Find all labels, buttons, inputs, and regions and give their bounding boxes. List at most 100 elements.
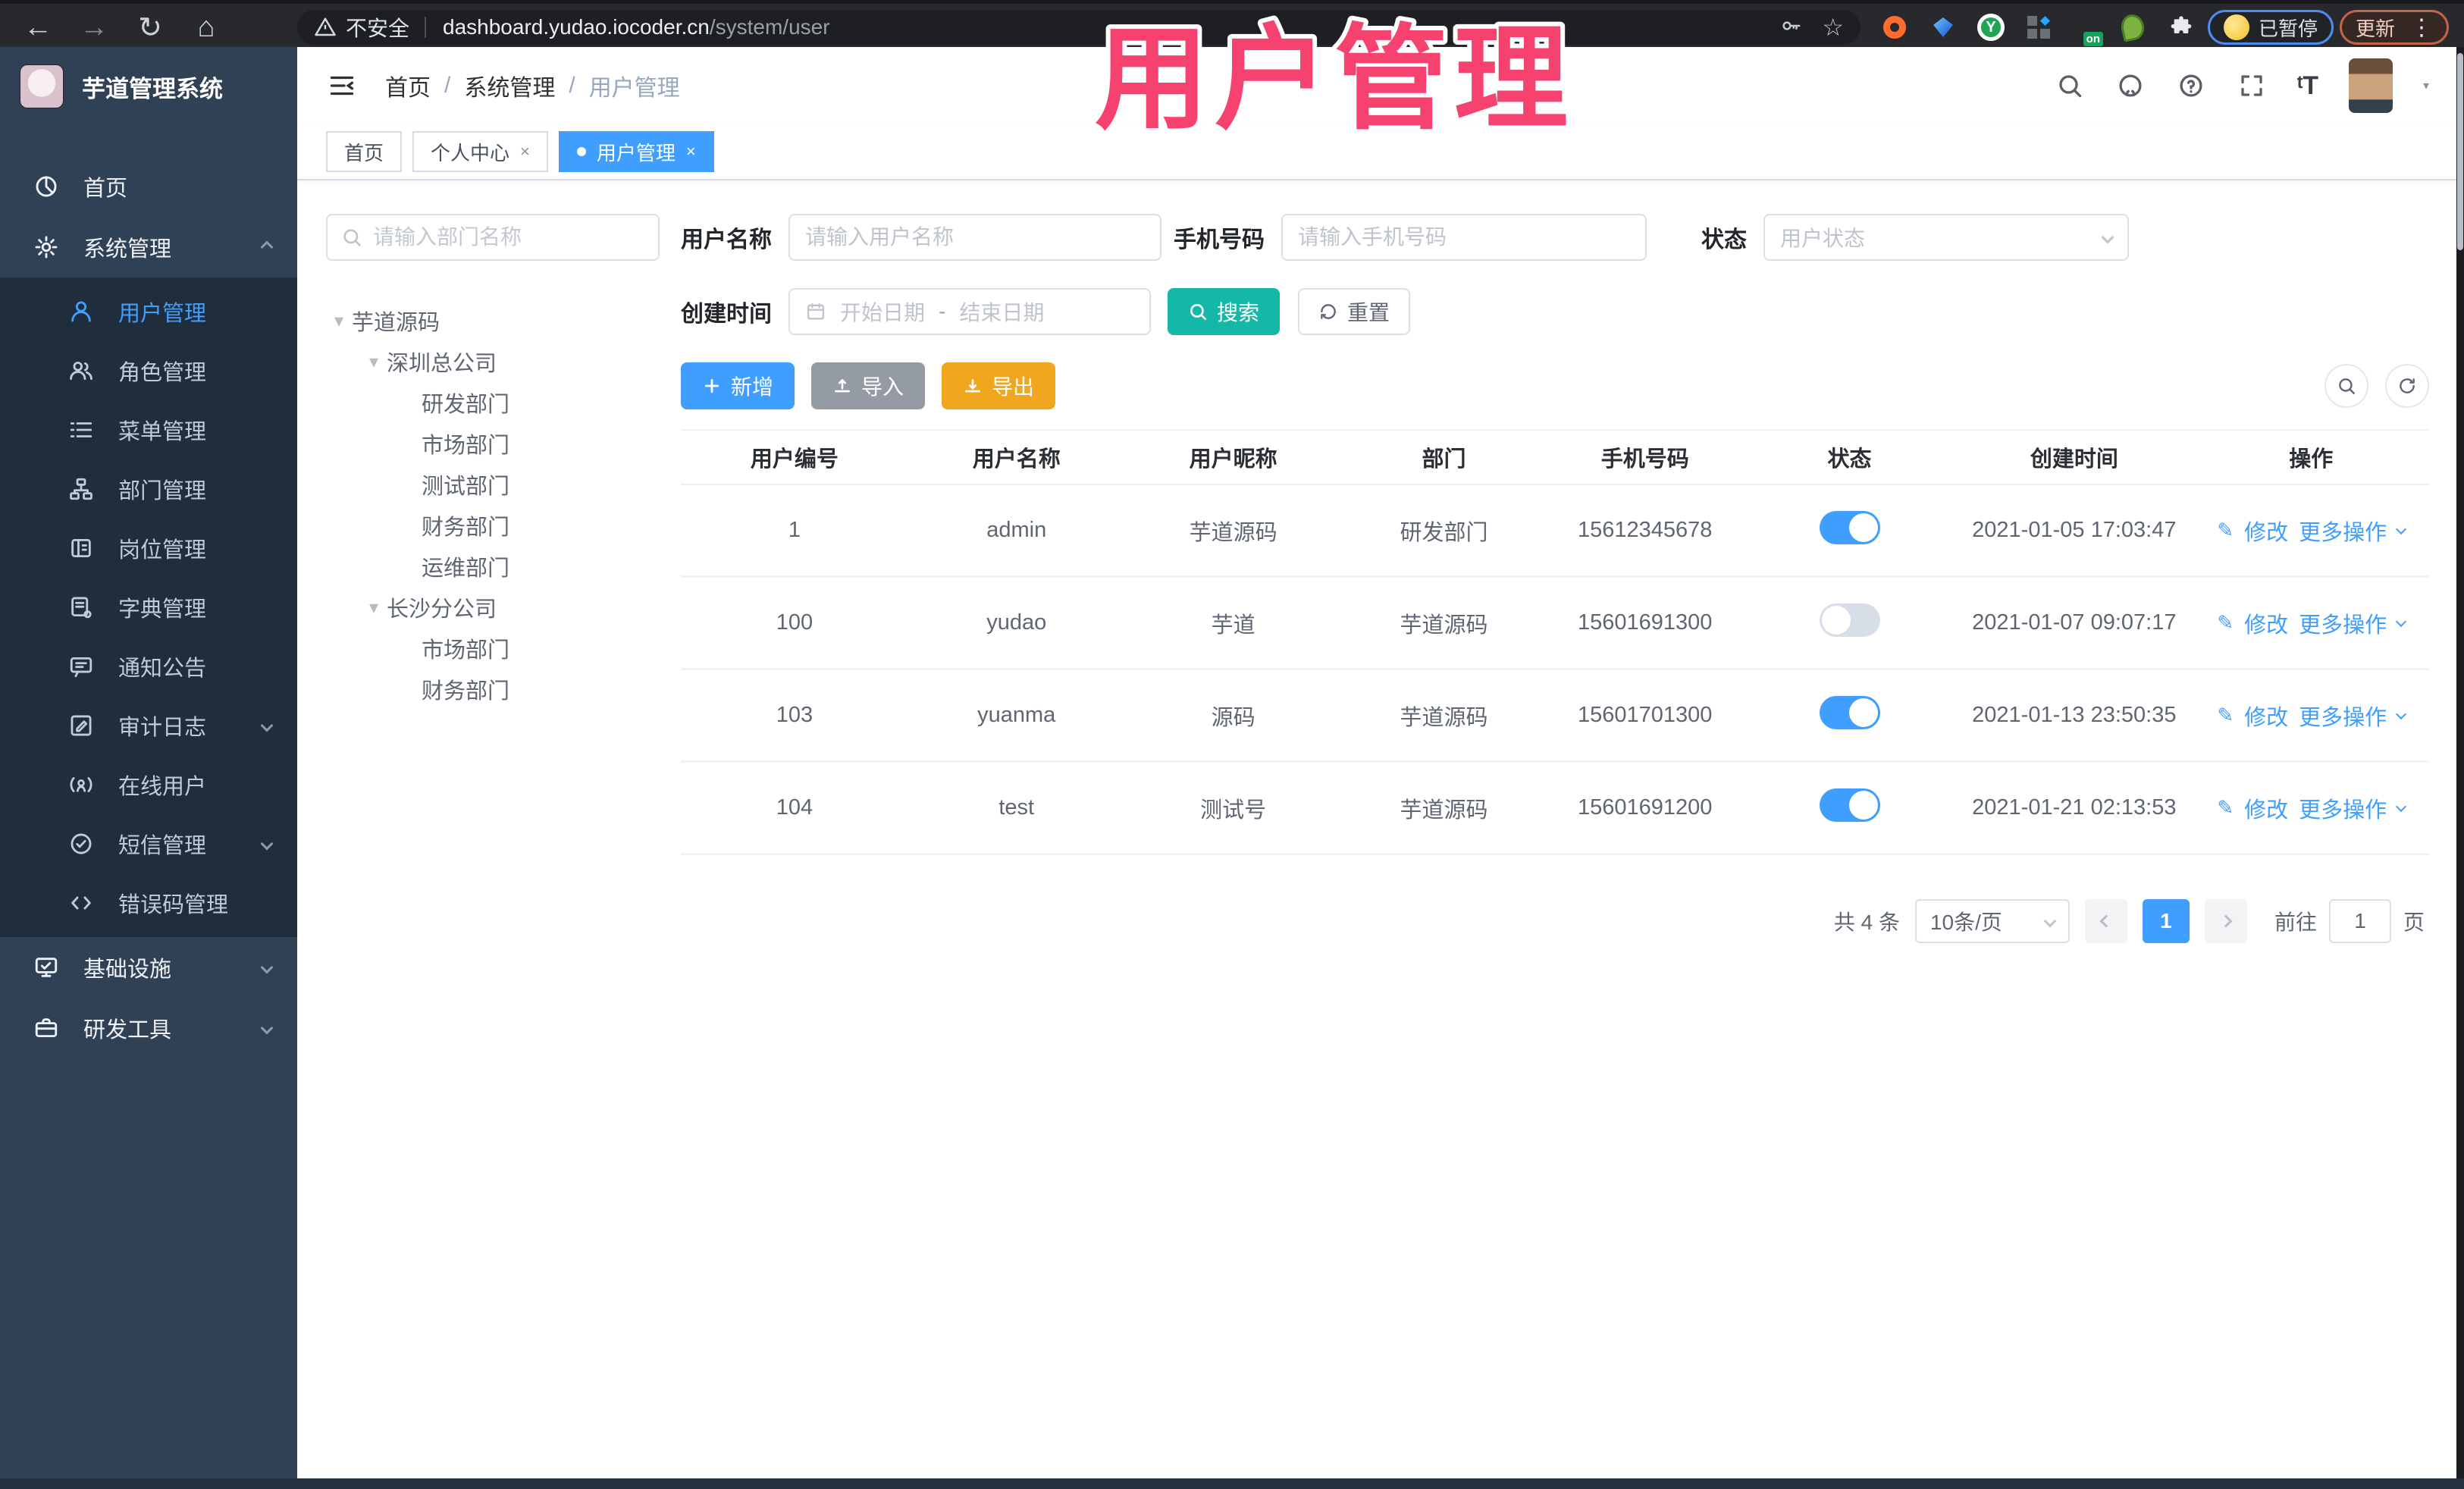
caret-down-icon[interactable]: ▾: [361, 597, 387, 619]
browser-home-icon[interactable]: ⌂: [190, 11, 223, 44]
badge-icon: [68, 535, 94, 561]
status-toggle[interactable]: [1819, 603, 1880, 637]
caret-down-icon[interactable]: ▾: [361, 351, 387, 373]
tree-node[interactable]: ▾ 深圳总公司: [326, 341, 660, 382]
prev-page-button[interactable]: [2084, 899, 2127, 943]
mobile-input[interactable]: [1298, 225, 1630, 249]
security-label[interactable]: 不安全: [346, 12, 409, 42]
refresh-table-button[interactable]: [2385, 364, 2429, 408]
more-actions-link[interactable]: 更多操作: [2299, 515, 2387, 547]
tree-node-label: 测试部门: [422, 475, 510, 499]
update-label: 更新: [2356, 17, 2396, 40]
import-button[interactable]: 导入: [811, 362, 925, 409]
browser-back-icon[interactable]: ←: [21, 11, 55, 44]
tree-node[interactable]: 财务部门: [326, 669, 660, 710]
sidebar-item-tools[interactable]: 研发工具: [0, 998, 297, 1058]
address-bar[interactable]: 不安全 dashboard.yudao.iocoder.cn /system/u…: [297, 10, 1861, 45]
tree-node[interactable]: 市场部门: [326, 423, 660, 464]
edit-link[interactable]: 修改: [2244, 792, 2288, 824]
search-icon[interactable]: [2055, 71, 2085, 101]
date-range-picker[interactable]: 开始日期 - 结束日期: [788, 288, 1151, 335]
breadcrumb-item[interactable]: 首页: [385, 69, 431, 102]
toggle-search-button[interactable]: [2324, 364, 2368, 408]
sidebar-item-infra[interactable]: 基础设施: [0, 937, 297, 998]
tab-用户管理[interactable]: 用户管理 ×: [558, 131, 714, 172]
edit-link[interactable]: 修改: [2244, 700, 2288, 732]
browser-menu-dots-icon[interactable]: ⋮: [2410, 14, 2433, 41]
browser-profile-chip[interactable]: 已暂停: [2208, 10, 2334, 45]
more-actions-link[interactable]: 更多操作: [2299, 700, 2387, 732]
tree-node[interactable]: 运维部门: [326, 546, 660, 587]
fullscreen-icon[interactable]: [2237, 71, 2267, 101]
tab-个人中心[interactable]: 个人中心 ×: [412, 131, 548, 172]
bookmark-star-icon[interactable]: ☆: [1822, 15, 1844, 39]
font-size-icon[interactable]: ᵗT: [2297, 71, 2318, 101]
status-toggle[interactable]: [1819, 788, 1880, 822]
page-size-select[interactable]: 10条/页: [1914, 899, 2070, 943]
sidebar-item-notice[interactable]: 通知公告: [0, 637, 297, 696]
column-header: 用户编号: [750, 447, 839, 472]
close-icon[interactable]: ×: [686, 142, 696, 161]
browser-forward-icon[interactable]: →: [77, 11, 111, 44]
search-button[interactable]: 搜索: [1168, 288, 1280, 335]
tree-node[interactable]: 测试部门: [326, 464, 660, 505]
extension-grid-icon[interactable]: [2024, 13, 2053, 42]
sidebar-item-menu[interactable]: 菜单管理: [0, 400, 297, 459]
avatar-caret-down-icon[interactable]: ▾: [2423, 78, 2429, 93]
extension-orange-ring-icon[interactable]: [1880, 13, 1909, 42]
reset-button[interactable]: 重置: [1298, 288, 1410, 335]
status-toggle[interactable]: [1819, 695, 1880, 729]
extension-green-y-icon[interactable]: Y: [1977, 14, 2005, 41]
sidebar-item-dict[interactable]: 字典管理: [0, 578, 297, 637]
sidebar-item-sms[interactable]: 短信管理: [0, 814, 297, 873]
url-path: /system/user: [709, 15, 830, 39]
github-icon[interactable]: [2115, 71, 2146, 101]
add-button[interactable]: 新增: [681, 362, 795, 409]
sidebar-item-dept[interactable]: 部门管理: [0, 459, 297, 519]
tree-node[interactable]: 市场部门: [326, 628, 660, 669]
status-toggle[interactable]: [1819, 510, 1880, 544]
tree-node[interactable]: 财务部门: [326, 505, 660, 546]
edit-link[interactable]: 修改: [2244, 607, 2288, 639]
tree-node[interactable]: 研发部门: [326, 382, 660, 423]
dept-search-input[interactable]: [373, 225, 644, 249]
chevron-up-icon: [260, 240, 274, 254]
app-logo-row[interactable]: 芋道管理系统: [0, 47, 297, 126]
current-page-button[interactable]: 1: [2142, 899, 2190, 943]
extensions-puzzle-icon[interactable]: [2167, 13, 2196, 42]
extension-blue-gem-icon[interactable]: [1929, 13, 1958, 42]
sidebar-item-post[interactable]: 岗位管理: [0, 519, 297, 578]
mobile-label: 手机号码: [1174, 227, 1265, 252]
sidebar-item-user[interactable]: 用户管理: [0, 282, 297, 341]
sidebar-item-home[interactable]: 首页: [0, 156, 297, 217]
more-actions-link[interactable]: 更多操作: [2299, 792, 2387, 824]
goto-page-input[interactable]: [2328, 899, 2391, 943]
extension-switch-on-icon[interactable]: on: [2073, 16, 2103, 46]
status-select[interactable]: 用户状态: [1763, 214, 2129, 261]
tree-node[interactable]: ▾ 芋道源码: [326, 300, 660, 341]
edit-link[interactable]: 修改: [2244, 515, 2288, 547]
tab-首页[interactable]: 首页: [326, 131, 403, 172]
more-actions-link[interactable]: 更多操作: [2299, 607, 2387, 639]
username-input[interactable]: [805, 225, 1145, 249]
sidebar-item-label: 菜单管理: [118, 420, 207, 444]
browser-update-chip[interactable]: 更新 ⋮: [2340, 10, 2450, 45]
user-avatar[interactable]: [2348, 58, 2393, 113]
sidebar-item-audit[interactable]: 审计日志: [0, 696, 297, 755]
next-page-button[interactable]: [2204, 899, 2247, 943]
help-icon[interactable]: [2176, 71, 2206, 101]
sidebar-item-online[interactable]: 在线用户: [0, 755, 297, 814]
browser-reload-icon[interactable]: ↻: [133, 11, 167, 44]
scrollbar-thumb[interactable]: [2457, 53, 2463, 250]
breadcrumb-item[interactable]: 系统管理: [464, 69, 555, 102]
close-icon[interactable]: ×: [520, 142, 530, 161]
collapse-sidebar-icon[interactable]: [326, 72, 358, 99]
sidebar-item-errcode[interactable]: 错误码管理: [0, 873, 297, 933]
caret-down-icon[interactable]: ▾: [326, 310, 352, 332]
password-key-icon[interactable]: [1779, 14, 1802, 41]
sidebar-item-role[interactable]: 角色管理: [0, 341, 297, 400]
sidebar-item-system[interactable]: 系统管理: [0, 217, 297, 277]
extension-leaf-icon[interactable]: [2118, 12, 2147, 42]
tree-node[interactable]: ▾ 长沙分公司: [326, 587, 660, 628]
export-button[interactable]: 导出: [942, 362, 1055, 409]
